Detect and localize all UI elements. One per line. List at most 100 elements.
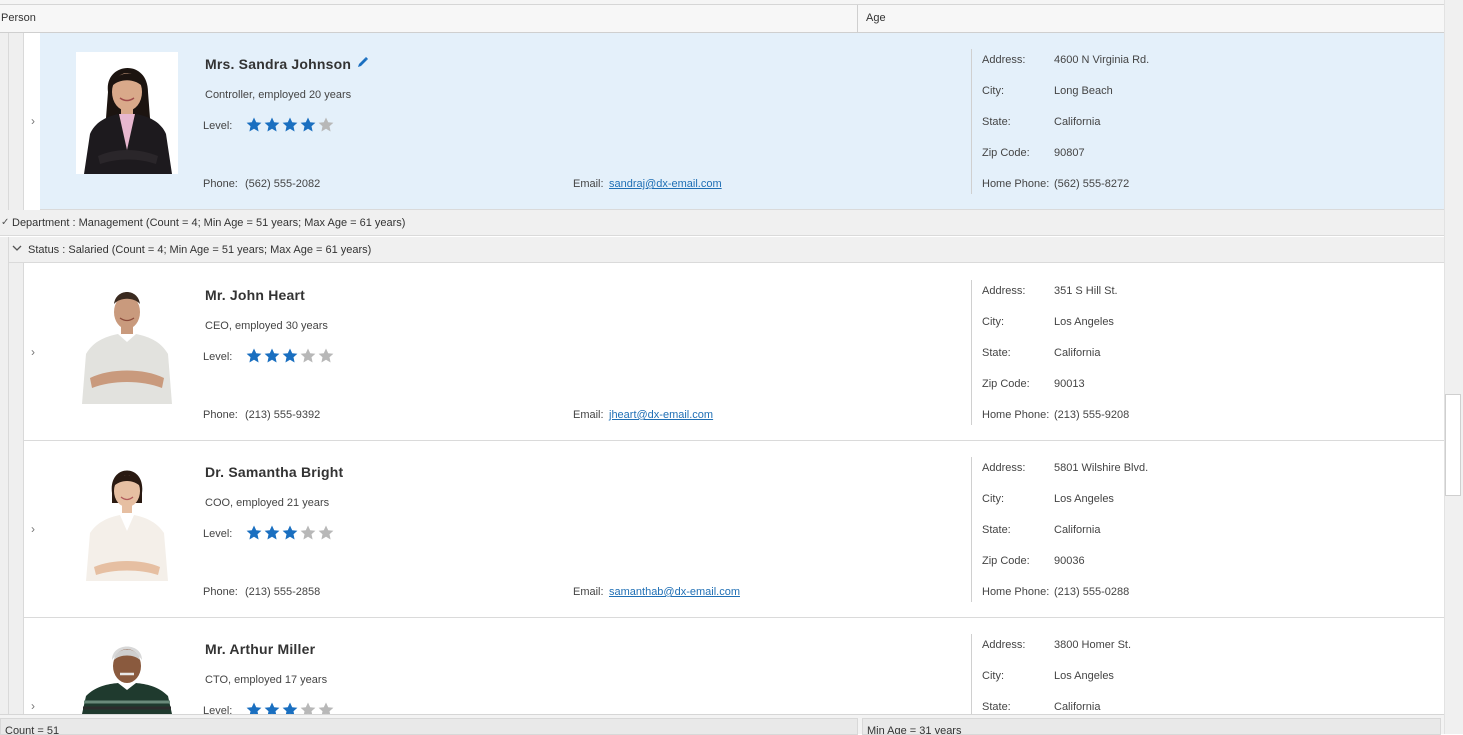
star-empty-icon: [317, 347, 335, 365]
address-value: 5801 Wilshire Blvd.: [1054, 462, 1149, 474]
address-label: Address:: [982, 54, 1026, 66]
address-label: Address:: [982, 285, 1026, 297]
person-name: Mr. Arthur Miller: [205, 641, 316, 657]
person-title: CTO, employed 17 years: [205, 674, 328, 686]
home-phone-value: (213) 555-9208: [1054, 409, 1130, 421]
star-filled-icon: [281, 524, 299, 542]
star-empty-icon: [299, 347, 317, 365]
email-link[interactable]: jheart@dx-email.com: [609, 409, 713, 421]
person-card[interactable]: Mrs. Sandra Johnson Controller, employed…: [40, 33, 1444, 210]
column-header-age[interactable]: Age: [859, 5, 1444, 32]
zip-value: 90807: [1054, 147, 1085, 159]
star-filled-icon: [245, 347, 263, 365]
home-phone-label: Home Phone:: [982, 586, 1050, 598]
person-name: Mr. John Heart: [205, 287, 306, 303]
star-empty-icon: [299, 701, 317, 714]
zip-value: 90013: [1054, 378, 1085, 390]
city-label: City:: [982, 670, 1004, 682]
home-phone-value: (562) 555-8272: [1054, 178, 1130, 190]
level-label: Level:: [203, 705, 233, 714]
pencil-icon[interactable]: [356, 56, 369, 72]
home-phone-value: (213) 555-0288: [1054, 586, 1130, 598]
address-value: 351 S Hill St.: [1054, 285, 1118, 297]
level-rating: [245, 116, 335, 134]
city-value: Los Angeles: [1054, 316, 1114, 328]
person-photo: [76, 282, 178, 404]
state-label: State:: [982, 116, 1011, 128]
person-photo: [76, 636, 178, 714]
star-filled-icon: [245, 116, 263, 134]
column-header-person[interactable]: Person: [0, 5, 858, 32]
star-empty-icon: [299, 524, 317, 542]
phone-label: Phone:: [203, 178, 238, 190]
phone-label: Phone:: [203, 586, 238, 598]
phone-value: (213) 555-9392: [245, 409, 321, 421]
address-label: Address:: [982, 462, 1026, 474]
level-rating: [245, 347, 335, 365]
state-label: State:: [982, 347, 1011, 359]
phone-label: Phone:: [203, 409, 238, 421]
chevron-right-icon[interactable]: ›: [27, 346, 39, 358]
group-row-text: Status : Salaried (Count = 4; Min Age = …: [28, 244, 372, 256]
address-label: Address:: [982, 639, 1026, 651]
person-photo: [76, 459, 178, 581]
city-label: City:: [982, 85, 1004, 97]
group-row-status[interactable]: Status : Salaried (Count = 4; Min Age = …: [9, 237, 1444, 263]
person-card[interactable]: Dr. Samantha Bright COO, employed 21 yea…: [24, 441, 1444, 618]
email-label: Email:: [573, 409, 604, 421]
chevron-right-icon[interactable]: ›: [27, 700, 39, 712]
email-link[interactable]: samanthab@dx-email.com: [609, 586, 740, 598]
star-filled-icon: [263, 347, 281, 365]
email-label: Email:: [573, 178, 604, 190]
group-indent: [0, 237, 9, 714]
vertical-scrollbar[interactable]: [1444, 0, 1463, 734]
state-label: State:: [982, 701, 1011, 713]
zip-label: Zip Code:: [982, 555, 1030, 567]
star-filled-icon: [281, 347, 299, 365]
zip-value: 90036: [1054, 555, 1085, 567]
email-link[interactable]: sandraj@dx-email.com: [609, 178, 722, 190]
star-empty-icon: [317, 524, 335, 542]
city-label: City:: [982, 493, 1004, 505]
zip-label: Zip Code:: [982, 378, 1030, 390]
level-rating: [245, 524, 335, 542]
home-phone-label: Home Phone:: [982, 178, 1050, 190]
star-filled-icon: [263, 524, 281, 542]
card-divider: [971, 457, 972, 602]
star-empty-icon: [317, 116, 335, 134]
chevron-down-icon[interactable]: [12, 237, 22, 263]
phone-value: (213) 555-2858: [245, 586, 321, 598]
city-value: Los Angeles: [1054, 670, 1114, 682]
level-label: Level:: [203, 528, 233, 540]
group-row-department[interactable]: ✓ Department : Management (Count = 4; Mi…: [0, 210, 1444, 236]
chevron-right-icon[interactable]: ›: [27, 523, 39, 535]
star-empty-icon: [317, 701, 335, 714]
state-value: California: [1054, 701, 1101, 713]
card-divider: [971, 49, 972, 194]
state-value: California: [1054, 116, 1101, 128]
city-label: City:: [982, 316, 1004, 328]
group-indent: [9, 33, 24, 210]
chevron-down-icon[interactable]: ✓: [1, 210, 9, 236]
card-divider: [971, 280, 972, 425]
city-value: Los Angeles: [1054, 493, 1114, 505]
star-filled-icon: [299, 116, 317, 134]
level-label: Level:: [203, 120, 233, 132]
card-divider: [971, 634, 972, 714]
address-value: 3800 Homer St.: [1054, 639, 1132, 651]
scrollbar-thumb[interactable]: [1445, 394, 1461, 496]
group-indent: [9, 263, 24, 714]
chevron-right-icon[interactable]: ›: [27, 115, 39, 127]
star-filled-icon: [281, 116, 299, 134]
state-label: State:: [982, 524, 1011, 536]
group-row-text: Department : Management (Count = 4; Min …: [12, 217, 406, 229]
person-card[interactable]: Mr. John Heart CEO, employed 30 years Le…: [24, 264, 1444, 441]
home-phone-label: Home Phone:: [982, 409, 1050, 421]
person-card[interactable]: Mr. Arthur Miller CTO, employed 17 years…: [24, 618, 1444, 714]
state-value: California: [1054, 524, 1101, 536]
person-title: COO, employed 21 years: [205, 497, 330, 509]
star-filled-icon: [245, 701, 263, 714]
city-value: Long Beach: [1054, 85, 1113, 97]
person-title: CEO, employed 30 years: [205, 320, 328, 332]
phone-value: (562) 555-2082: [245, 178, 321, 190]
